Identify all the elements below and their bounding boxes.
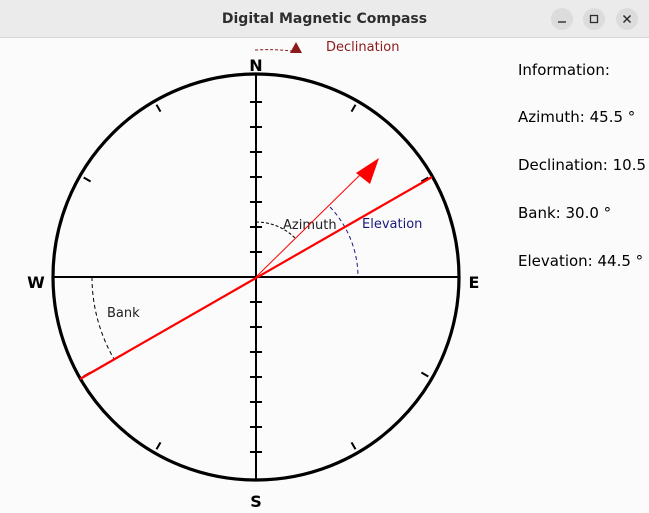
app-content: Declination N E S W Azimuth Elevation Ba… [0, 38, 649, 513]
minimize-icon [558, 21, 566, 23]
info-azimuth: Azimuth: 45.5 ° [518, 108, 636, 126]
declination-arc [254, 49, 293, 52]
azimuth-label: Azimuth [283, 218, 337, 233]
minimize-button[interactable] [551, 8, 573, 30]
info-elevation: Elevation: 44.5 ° [518, 252, 644, 270]
info-declination: Declination: 10.5 ° [518, 156, 649, 174]
information-panel: Information: Azimuth: 45.5 ° Declination… [518, 38, 649, 513]
close-icon [622, 14, 632, 24]
north-label: N [249, 56, 262, 75]
maximize-button[interactable] [583, 8, 605, 30]
title-bar[interactable]: Digital Magnetic Compass [0, 0, 649, 38]
info-heading: Information: [518, 61, 610, 79]
heading-arrow-icon [356, 158, 379, 184]
south-label: S [250, 492, 262, 511]
elevation-label: Elevation [362, 217, 422, 232]
info-bank: Bank: 30.0 ° [518, 204, 612, 222]
bank-label: Bank [107, 306, 140, 321]
east-label: E [469, 273, 480, 292]
close-button[interactable] [616, 8, 638, 30]
declination-label: Declination [326, 40, 400, 55]
declination-marker-icon [290, 42, 302, 53]
compass-canvas: Declination N E S W Azimuth Elevation Ba… [27, 40, 480, 511]
maximize-icon [589, 14, 599, 24]
west-label: W [27, 273, 45, 292]
